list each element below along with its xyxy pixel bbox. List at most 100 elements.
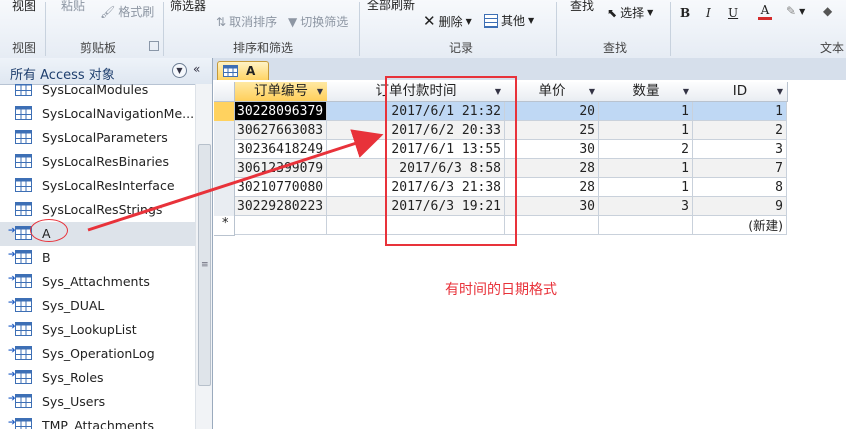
chevron-down-icon[interactable]: ▼ bbox=[683, 82, 689, 101]
column-header[interactable]: 数量 ▼ bbox=[599, 82, 694, 102]
table-cell[interactable]: 2017/6/3 19:21 bbox=[327, 197, 505, 216]
ribbon-separator bbox=[45, 2, 46, 56]
paste-button[interactable]: 粘贴 bbox=[61, 0, 85, 14]
nav-list: SysLocalModules SysLocalNavigationMe... Sy… bbox=[0, 84, 195, 429]
nav-item[interactable]: ➔ Sys_DUAL bbox=[0, 294, 195, 318]
nav-item[interactable]: ➔ Sys_Roles bbox=[0, 366, 195, 390]
select-button[interactable]: ⬉ 选择 ▼ bbox=[607, 4, 653, 21]
table-cell[interactable]: 8 bbox=[693, 178, 787, 197]
nav-item[interactable]: ➔ Sys_Attachments bbox=[0, 270, 195, 294]
nav-item-label: SysLocalResInterface bbox=[42, 178, 175, 193]
bold-button[interactable]: B bbox=[680, 6, 690, 20]
table-cell[interactable]: 20 bbox=[505, 102, 599, 121]
chevron-down-icon[interactable]: ▼ bbox=[495, 82, 501, 101]
filter-button[interactable]: 筛选器 bbox=[170, 0, 206, 14]
underline-button[interactable]: U bbox=[728, 6, 738, 20]
nav-item[interactable]: ➔ Sys_Users bbox=[0, 390, 195, 414]
table-cell[interactable]: 3 bbox=[693, 140, 787, 159]
table-cell[interactable]: 30229280223 bbox=[235, 197, 327, 216]
table-cell[interactable] bbox=[235, 216, 327, 235]
nav-item[interactable]: ➔ TMP_Attachments bbox=[0, 414, 195, 429]
paint-bucket-icon: ◆ bbox=[823, 4, 833, 18]
table-cell[interactable]: 1 bbox=[599, 121, 693, 140]
table-cell[interactable] bbox=[327, 216, 505, 235]
row-selector[interactable] bbox=[214, 197, 235, 217]
nav-dropdown-icon[interactable]: ▼ bbox=[172, 63, 187, 78]
table-cell[interactable]: 30 bbox=[505, 197, 599, 216]
table-cell[interactable]: 1 bbox=[599, 159, 693, 178]
nav-item[interactable]: ➔ Sys_OperationLog bbox=[0, 342, 195, 366]
table-cell[interactable]: 2017/6/1 21:32 bbox=[327, 102, 505, 121]
row-selector[interactable] bbox=[214, 102, 235, 122]
table-cell[interactable]: 1 bbox=[599, 178, 693, 197]
nav-item[interactable]: SysLocalNavigationMe... bbox=[0, 102, 195, 126]
format-painter-button[interactable]: 🖌 格式刷 bbox=[100, 3, 154, 20]
column-header[interactable]: 单价 ▼ bbox=[505, 82, 600, 102]
table-cell[interactable]: 2017/6/3 21:38 bbox=[327, 178, 505, 197]
table-cell[interactable]: 2 bbox=[693, 121, 787, 140]
fill-color-button[interactable]: ◆ bbox=[823, 4, 832, 18]
nav-item[interactable]: ➔ Sys_LookupList bbox=[0, 318, 195, 342]
column-header-label: 订单编号 bbox=[254, 83, 308, 99]
nav-scroll-thumb[interactable]: ≡ bbox=[198, 144, 211, 386]
table-cell[interactable]: 2017/6/2 20:33 bbox=[327, 121, 505, 140]
table-cell[interactable]: 30210770080 bbox=[235, 178, 327, 197]
column-header[interactable]: 订单付款时间 ▼ bbox=[327, 82, 506, 102]
view-button[interactable]: 视图 bbox=[12, 0, 36, 14]
nav-item[interactable]: SysLocalResInterface bbox=[0, 174, 195, 198]
more-button[interactable]: 其他 ▼ bbox=[484, 12, 534, 29]
chevron-down-icon[interactable]: ▼ bbox=[777, 82, 783, 101]
clipboard-launcher-icon[interactable] bbox=[149, 41, 159, 51]
nav-scrollbar[interactable]: ≡ bbox=[195, 84, 212, 429]
highlight-button[interactable]: ✎ ▼ bbox=[786, 4, 805, 18]
table-cell[interactable]: 1 bbox=[599, 102, 693, 121]
row-selector[interactable] bbox=[214, 140, 235, 160]
nav-item[interactable]: SysLocalParameters bbox=[0, 126, 195, 150]
nav-item[interactable]: ➔ A bbox=[0, 222, 195, 246]
font-color-button[interactable]: A bbox=[758, 3, 772, 20]
grip-icon: ≡ bbox=[201, 260, 209, 270]
table-cell[interactable]: 2 bbox=[599, 140, 693, 159]
new-record-label[interactable]: (新建) bbox=[693, 216, 787, 235]
nav-item[interactable]: SysLocalResBinaries bbox=[0, 150, 195, 174]
column-header[interactable]: ID ▼ bbox=[693, 82, 788, 102]
table-cell[interactable]: 30627663083 bbox=[235, 121, 327, 140]
remove-sort-button[interactable]: ⇅ 取消排序 bbox=[216, 13, 277, 30]
find-button[interactable]: 查找 bbox=[570, 0, 594, 14]
collapse-pane-icon[interactable]: « bbox=[193, 62, 200, 76]
new-row-selector[interactable]: * bbox=[214, 216, 235, 236]
table-cell[interactable] bbox=[599, 216, 693, 235]
toggle-filter-button[interactable]: ▼ 切换筛选 bbox=[288, 13, 348, 30]
table-cell[interactable]: 7 bbox=[693, 159, 787, 178]
select-all-corner[interactable] bbox=[214, 82, 235, 102]
remove-sort-label: 取消排序 bbox=[229, 15, 278, 29]
nav-item[interactable]: SysLocalModules bbox=[0, 84, 195, 102]
table-cell[interactable]: 30 bbox=[505, 140, 599, 159]
table-cell[interactable]: 28 bbox=[505, 159, 599, 178]
chevron-down-icon[interactable]: ▼ bbox=[317, 82, 323, 101]
table-cell[interactable]: 28 bbox=[505, 178, 599, 197]
table-cell[interactable]: 3 bbox=[599, 197, 693, 216]
document-tab-a[interactable]: A bbox=[217, 61, 269, 81]
table-cell[interactable]: 9 bbox=[693, 197, 787, 216]
table-cell[interactable]: 30228096379 bbox=[235, 102, 327, 121]
row-selector[interactable] bbox=[214, 178, 235, 198]
row-selector[interactable] bbox=[214, 121, 235, 141]
table-cell[interactable]: 2017/6/1 13:55 bbox=[327, 140, 505, 159]
italic-button[interactable]: I bbox=[706, 6, 711, 20]
table-cell[interactable]: 25 bbox=[505, 121, 599, 140]
nav-item[interactable]: SysLocalResStrings bbox=[0, 198, 195, 222]
column-header[interactable]: 订单编号 ▼ bbox=[235, 82, 328, 102]
table-cell[interactable]: 30612399079 bbox=[235, 159, 327, 178]
refresh-all-button[interactable]: 全部刷新 bbox=[367, 0, 415, 13]
table-cell[interactable]: 2017/6/3 8:58 bbox=[327, 159, 505, 178]
nav-item[interactable]: ➔ B bbox=[0, 246, 195, 270]
delete-button[interactable]: ✕ 删除 ▼ bbox=[423, 12, 472, 30]
chevron-down-icon[interactable]: ▼ bbox=[589, 82, 595, 101]
table-cell[interactable]: 30236418249 bbox=[235, 140, 327, 159]
table-cell[interactable]: 1 bbox=[693, 102, 787, 121]
annotation-note: 有时间的日期格式 bbox=[445, 282, 557, 298]
row-selector[interactable] bbox=[214, 159, 235, 179]
nav-header[interactable]: 所有 Access 对象 ▼ « bbox=[0, 58, 212, 85]
table-cell[interactable] bbox=[505, 216, 599, 235]
